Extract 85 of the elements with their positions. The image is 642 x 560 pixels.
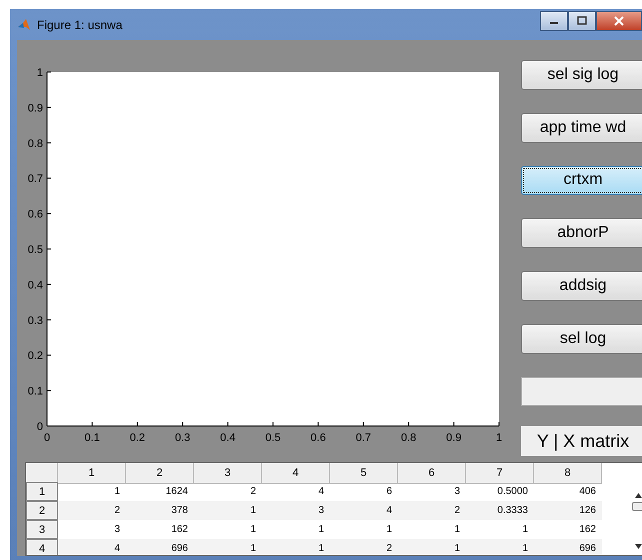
close-button[interactable] — [596, 10, 642, 30]
y-tick-label: 0.7 — [28, 173, 43, 186]
table-cell: 4 — [318, 486, 324, 497]
column-header[interactable]: 7 — [466, 463, 534, 484]
scrollbar-thumb[interactable] — [632, 502, 642, 511]
table-cell: 1 — [318, 524, 324, 535]
y-tick-label: 0.8 — [28, 138, 43, 150]
push-button[interactable]: addsig — [521, 271, 642, 301]
column-header[interactable]: 4 — [262, 463, 330, 484]
x-tick-label: 0.4 — [220, 432, 236, 444]
table-cell: 1 — [318, 543, 324, 554]
table-cell: 1624 — [166, 486, 188, 497]
y-tick-label: 0.6 — [28, 208, 43, 221]
column-header[interactable]: 3 — [194, 463, 262, 484]
row-header[interactable]: 1 — [26, 482, 58, 501]
close-icon — [614, 16, 624, 26]
column-header[interactable]: 6 — [398, 463, 466, 484]
push-button[interactable]: sel sig log — [521, 60, 642, 90]
column-header[interactable]: 1 — [58, 463, 126, 484]
x-tick-label: 0.6 — [310, 432, 326, 444]
x-tick-label: 0.5 — [265, 432, 281, 444]
table-cell: 378 — [171, 505, 188, 516]
x-tick-label: 0.8 — [400, 432, 416, 444]
push-button[interactable]: crtxm — [521, 166, 642, 196]
corner-header — [26, 463, 58, 484]
table-cell: 2 — [454, 505, 460, 516]
x-tick-label: 0.7 — [356, 432, 372, 444]
maximize-button[interactable] — [568, 10, 596, 30]
table-cell: 3 — [318, 505, 324, 516]
row-header[interactable]: 3 — [26, 520, 58, 539]
table-cell: 2 — [114, 505, 120, 516]
x-tick-label: 0.2 — [130, 432, 146, 444]
table-cell: 162 — [171, 524, 188, 535]
table-cell: 2 — [386, 543, 392, 554]
table-cell: 696 — [171, 543, 188, 554]
y-tick-label: 0.9 — [28, 102, 43, 114]
table-cell: 4 — [114, 543, 120, 554]
y-tick-label: 0.2 — [28, 350, 43, 362]
x-tick-label: 0.3 — [174, 432, 190, 444]
input-field[interactable] — [521, 376, 642, 406]
table-cell: 2 — [250, 486, 256, 497]
y-tick-label: 1 — [36, 67, 43, 79]
table-cell: 1 — [250, 505, 256, 516]
table-cell: 1 — [250, 543, 256, 554]
table-cell: 126 — [579, 505, 596, 516]
row-header[interactable]: 2 — [26, 501, 58, 520]
scroll-up-icon[interactable] — [634, 493, 642, 498]
y-tick-label: 0.5 — [28, 244, 43, 256]
x-tick-label: 0.9 — [446, 432, 462, 444]
table-cell: 1 — [522, 524, 528, 535]
table-cell: 0.3333 — [497, 505, 528, 516]
table-cell: 1 — [522, 543, 528, 554]
table-cell: 4 — [386, 505, 392, 516]
x-tick-label: 1 — [496, 432, 502, 444]
y-tick-label: 0.3 — [28, 314, 43, 327]
y-tick-label: 0 — [36, 421, 43, 433]
column-header[interactable]: 2 — [126, 463, 194, 484]
table-cell: 1 — [454, 543, 460, 554]
table-cell: 3 — [114, 524, 120, 535]
app-logo-icon — [17, 18, 31, 32]
table-cell: 3 — [454, 486, 460, 497]
x-tick-label: 0.1 — [84, 432, 100, 444]
table-cell: 1 — [386, 524, 392, 535]
window-title: Figure 1: usnwa — [37, 18, 122, 32]
matrix-label: Y | X matrix — [536, 430, 630, 452]
maximize-icon — [577, 16, 587, 25]
minimize-button[interactable] — [540, 10, 568, 30]
table-cell: 1 — [250, 524, 256, 535]
y-tick-label: 0.4 — [28, 279, 43, 292]
table-cell: 1 — [454, 524, 460, 535]
y-tick-label: 0.1 — [28, 386, 43, 398]
table-cell: 6 — [386, 486, 392, 497]
column-header[interactable]: 5 — [330, 463, 398, 484]
table-cell: 162 — [579, 524, 596, 535]
x-tick-label: 0 — [44, 432, 50, 444]
table-cell: 406 — [579, 486, 596, 497]
table-cell: 0.5000 — [497, 486, 528, 497]
table-cell: 696 — [579, 543, 596, 554]
column-header[interactable]: 8 — [534, 463, 602, 484]
push-button[interactable]: app time wd — [521, 112, 642, 143]
table-cell: 1 — [114, 486, 120, 497]
push-button[interactable]: abnorP — [521, 218, 642, 248]
row-header[interactable]: 4 — [26, 539, 58, 555]
scroll-down-icon[interactable] — [634, 544, 642, 549]
push-button[interactable]: sel log — [521, 324, 642, 354]
